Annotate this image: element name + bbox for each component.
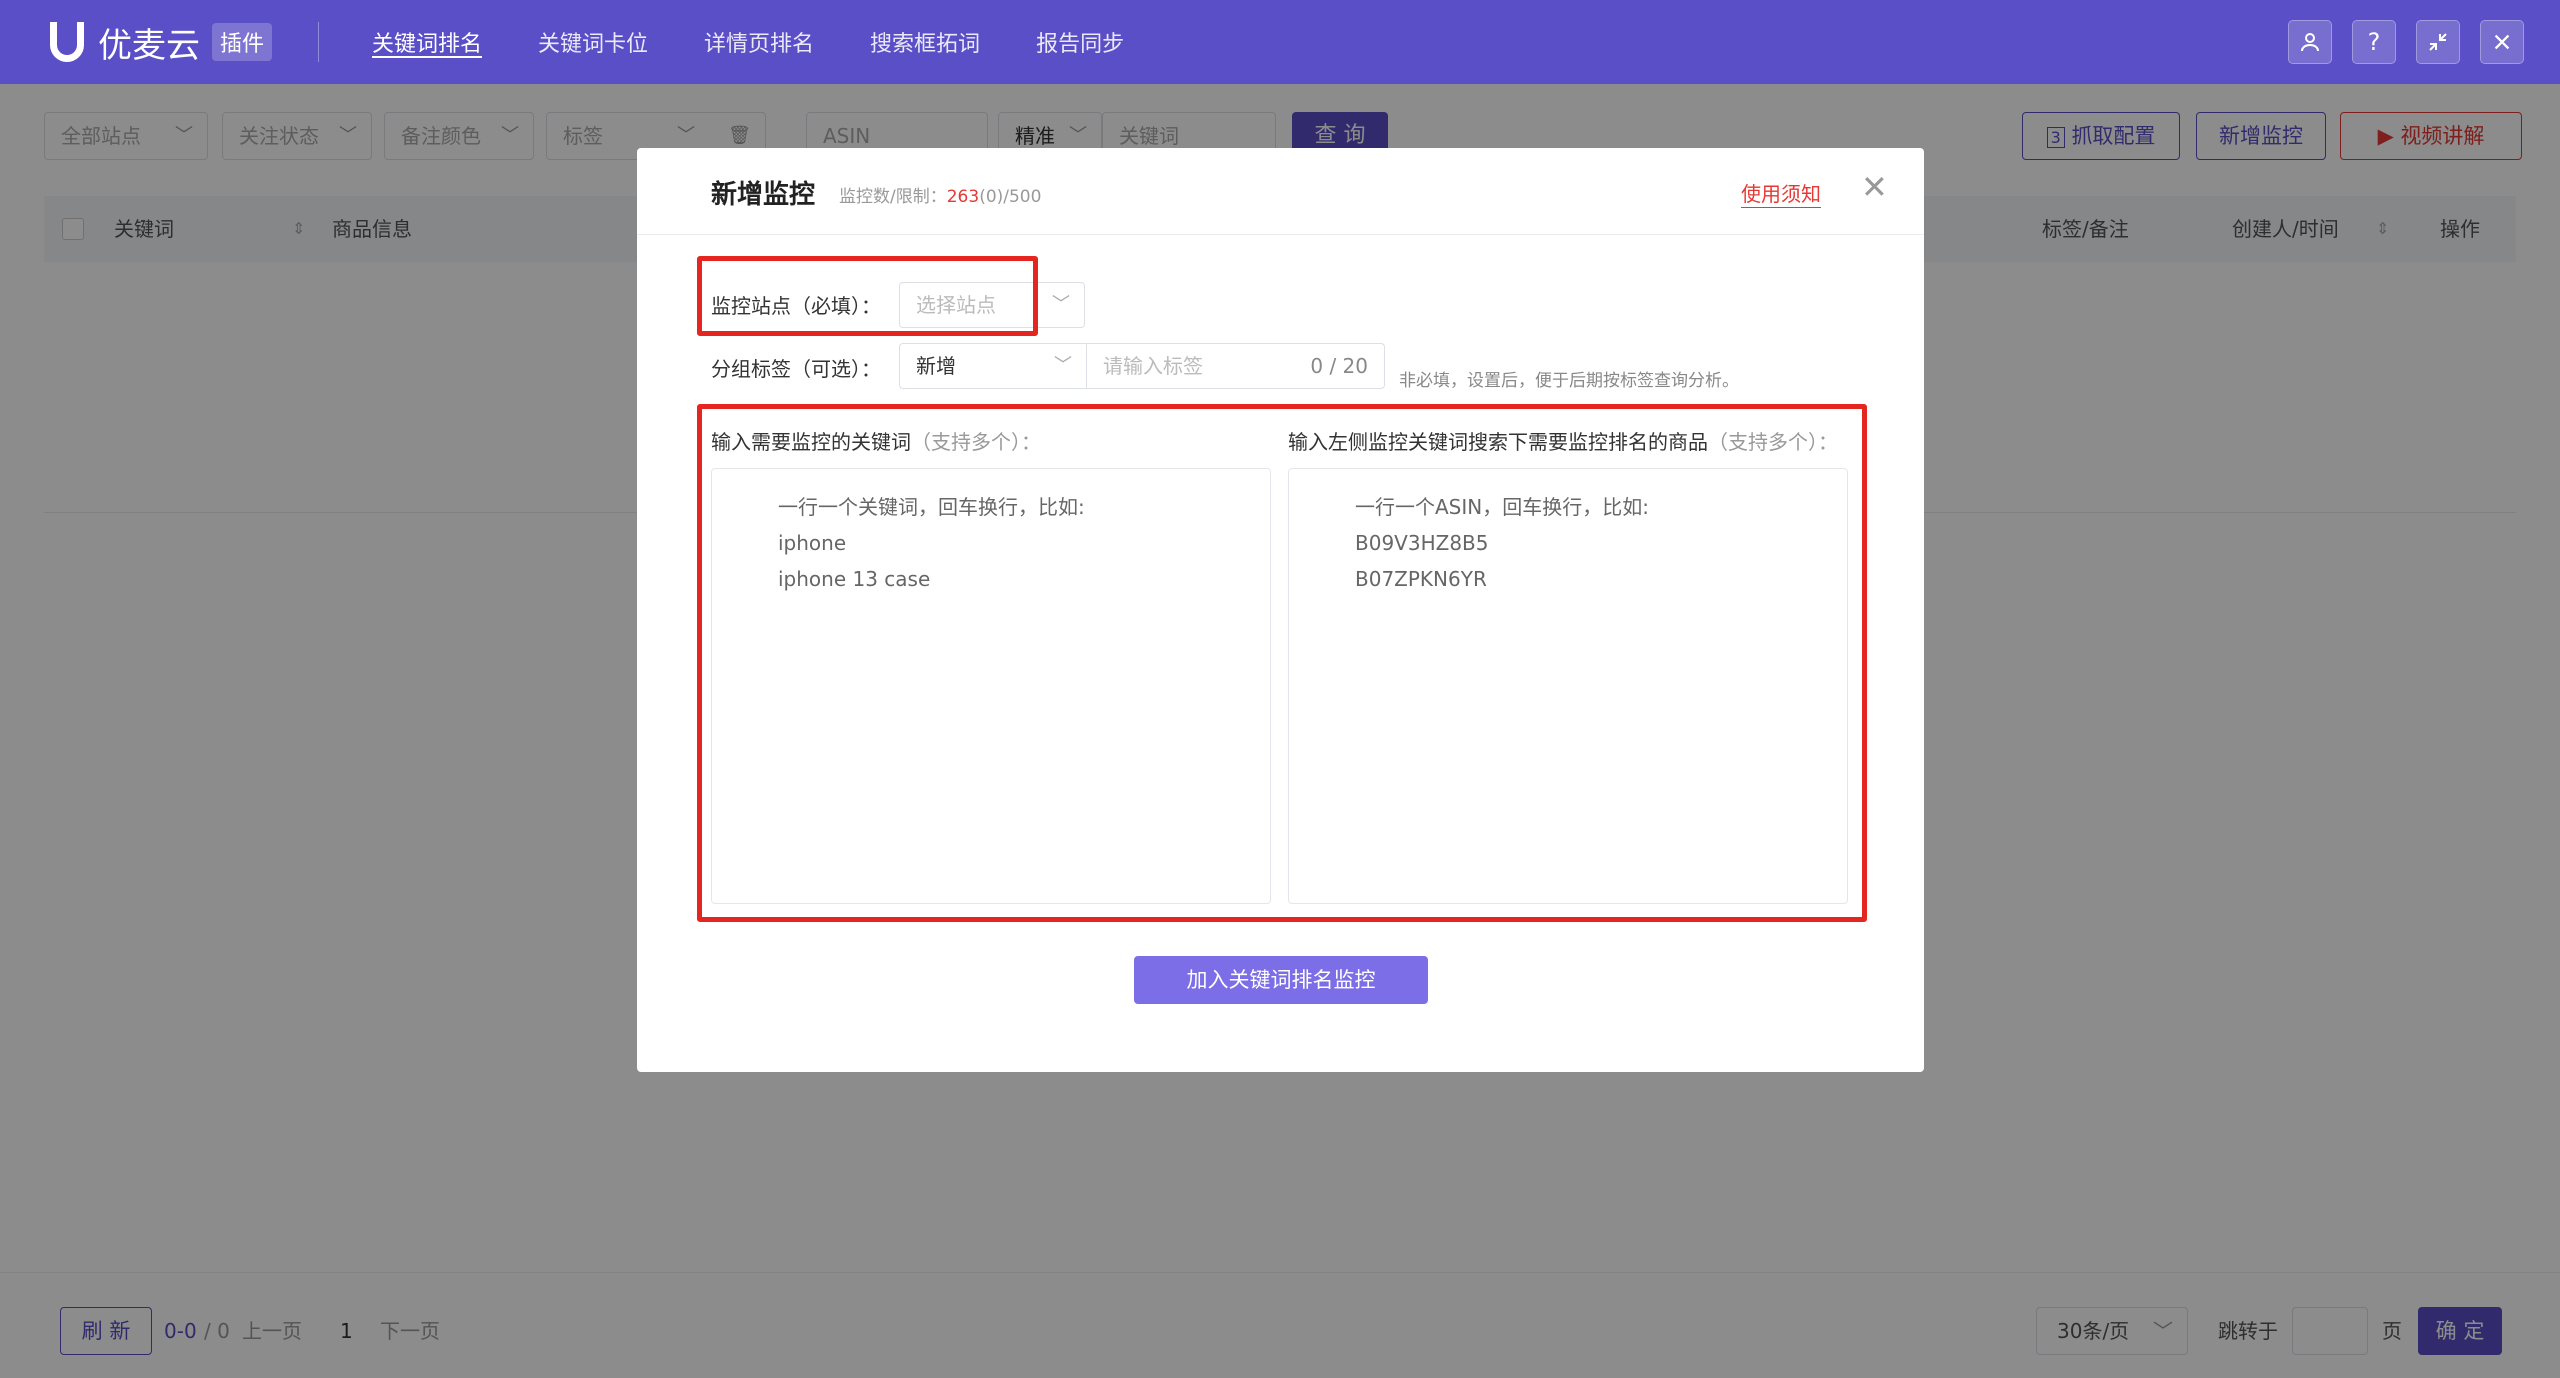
nav-report-sync[interactable]: 报告同步	[1036, 0, 1124, 84]
nav-detail-rank[interactable]: 详情页排名	[704, 0, 814, 84]
inputs-highlight-box	[697, 404, 1867, 922]
dialog-title: 新增监控	[711, 180, 816, 210]
add-keyword-monitor-button[interactable]: 加入关键词排名监控	[1134, 956, 1428, 1004]
limit-label: 监控数/限制：	[839, 187, 947, 207]
app-logo: 优麦云 插件	[50, 18, 273, 66]
logo-name: 优麦云	[98, 25, 200, 66]
group-select[interactable]: 新增 ﹀	[899, 343, 1087, 389]
help-icon[interactable]: ?	[2352, 20, 2396, 64]
collapse-icon[interactable]	[2416, 20, 2460, 64]
tag-char-count: 0 / 20	[1310, 354, 1368, 378]
nav-keyword-slot[interactable]: 关键词卡位	[538, 0, 648, 84]
chevron-down-icon: ﹀	[1054, 355, 1072, 376]
limit-rest: (0)/500	[979, 187, 1042, 207]
nav-keyword-rank[interactable]: 关键词排名	[372, 0, 483, 84]
main-nav: 关键词排名 关键词卡位 详情页排名 搜索框拓词 报告同步	[372, 0, 1180, 84]
add-monitor-dialog: 新增监控 监控数/限制：263(0)/500 使用须知 ✕ 监控站点（必填）： …	[637, 148, 1924, 1072]
header-actions: ?	[2268, 20, 2524, 64]
tag-input-placeholder: 请输入标签	[1103, 354, 1203, 378]
monitor-limit: 监控数/限制：263(0)/500	[839, 182, 1041, 207]
close-icon[interactable]	[2480, 20, 2524, 64]
site-highlight-box	[697, 256, 1038, 336]
header-divider	[318, 22, 319, 62]
close-icon[interactable]: ✕	[1861, 168, 1888, 206]
limit-used: 263	[946, 187, 980, 207]
chevron-down-icon: ﹀	[1052, 294, 1070, 315]
group-select-value: 新增	[916, 354, 956, 378]
usage-notice-link[interactable]: 使用须知	[1741, 178, 1821, 208]
user-icon[interactable]	[2288, 20, 2332, 64]
top-bar: 优麦云 插件 关键词排名 关键词卡位 详情页排名 搜索框拓词 报告同步 ?	[0, 0, 2560, 84]
tag-hint: 非必填，设置后，便于后期按标签查询分析。	[1399, 371, 1739, 391]
nav-search-expand[interactable]: 搜索框拓词	[870, 0, 980, 84]
logo-icon	[50, 22, 84, 62]
group-label: 分组标签（可选）：	[711, 357, 881, 381]
dialog-divider	[637, 234, 1924, 235]
logo-badge: 插件	[212, 23, 273, 61]
tag-input[interactable]: 请输入标签 0 / 20	[1086, 343, 1385, 389]
